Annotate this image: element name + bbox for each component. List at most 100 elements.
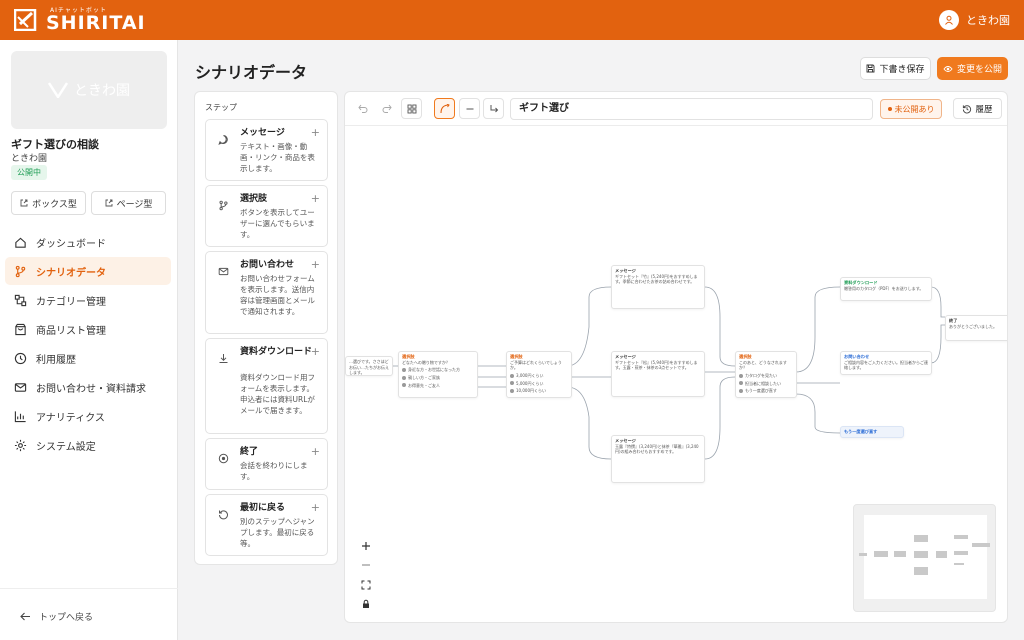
node-option[interactable]: お得意先・ご友人 — [402, 383, 474, 389]
history-label: 履歴 — [975, 104, 993, 115]
sidebar-item-label: 商品リスト管理 — [36, 325, 106, 337]
step-description: 資料ダウンロード用フォームを表示します。申込者には資料URLがメールで届きます。 — [240, 373, 315, 415]
box-type-button[interactable]: ボックス型 — [11, 191, 86, 215]
user-avatar-icon — [939, 10, 959, 30]
undo-button[interactable] — [352, 98, 373, 119]
add-icon[interactable]: + — [311, 258, 320, 271]
sidebar-item-category[interactable]: カテゴリー管理 — [5, 286, 171, 314]
download-node[interactable]: 資料ダウンロード 贈答用のカタログ（PDF）をお送りします。 — [840, 277, 932, 301]
step-description: テキスト・画像・動画・リンク・商品を表示します。 — [240, 142, 315, 173]
step-edge-button[interactable] — [483, 98, 504, 119]
node-option[interactable]: 親しい方・ご家族 — [402, 375, 474, 381]
grid-icon — [407, 104, 416, 113]
sidebar-item-label: シナリオデータ — [36, 267, 106, 279]
publish-button[interactable]: 変更を公開 — [937, 57, 1008, 80]
sidebar-item-label: システム設定 — [36, 441, 96, 453]
curve-edge-button[interactable] — [434, 98, 455, 119]
option-dot-icon — [402, 383, 406, 388]
step-restart[interactable]: 最初に戻る 別のステップへジャンプします。最初に戻る等。 + — [205, 494, 328, 556]
choice-node-budget[interactable]: 選択肢 ご予算はどれくらいでしょうか。 3,000円くらい 5,000円くらい … — [506, 351, 572, 398]
sidebar-item-inquiries[interactable]: お問い合わせ・資料請求 — [5, 373, 171, 401]
back-label: トップへ戻る — [39, 613, 94, 623]
sidebar-item-settings[interactable]: システム設定 — [5, 431, 171, 459]
project-thumbnail: ときわ園 — [11, 51, 167, 129]
message-node-2[interactable]: メッセージ ギフトセット『松』(5,940円)をおすすめします。玉露・煎茶・抹茶… — [611, 351, 705, 397]
fit-view-icon[interactable] — [361, 580, 371, 590]
start-message-node[interactable]: …選びです。ささほどお伝い…たちがお伝えします。 — [345, 356, 393, 376]
back-to-top-link[interactable]: トップへ戻る — [20, 610, 93, 623]
add-icon[interactable]: + — [311, 126, 320, 139]
add-icon[interactable]: + — [311, 192, 320, 205]
gear-icon — [14, 439, 27, 451]
step-palette: ステップ メッセージ テキスト・画像・動画・リンク・商品を表示します。 + 選択… — [194, 91, 338, 565]
step-message[interactable]: メッセージ テキスト・画像・動画・リンク・商品を表示します。 + — [205, 119, 328, 181]
step-choice[interactable]: 選択肢 ボタンを表示してユーザーに選んでもらいます。 + — [205, 185, 328, 247]
straight-edge-button[interactable] — [459, 98, 480, 119]
node-text: 玉露『特撰』(3,240円)と抹茶『華雅』(3,240円)の組み合わせもおすすめ… — [615, 443, 699, 455]
category-icon — [14, 294, 27, 306]
node-text: ありがとうございました。 — [949, 323, 997, 329]
message-node-1[interactable]: メッセージ ギフトセット『竹』(5,240円)をおすすめします。季節に合わせたお… — [611, 265, 705, 309]
step-title: 資料ダウンロード — [240, 347, 313, 357]
node-option[interactable]: 3,000円くらい — [510, 373, 568, 379]
node-question: ご予算はどれくらいでしょうか。 — [510, 359, 562, 371]
step-end[interactable]: 終了 会話を終わりにします。 + — [205, 438, 328, 490]
option-dot-icon — [402, 368, 406, 373]
node-option[interactable]: もう一度選び直す — [739, 388, 793, 394]
chart-icon — [14, 410, 26, 422]
sidebar-item-history[interactable]: 利用履歴 — [5, 344, 171, 372]
user-name: ときわ園 — [966, 14, 1010, 27]
minimap[interactable] — [853, 504, 996, 612]
logo[interactable]: AIチャットボット SHIRITAI — [14, 7, 146, 33]
flow-editor[interactable]: ギフト選び 未公開あり 履歴 …選びです。ささほどお伝い…たちがお伝えします。 … — [344, 91, 1008, 623]
node-question: どなたへの贈り物ですか？ — [402, 359, 450, 365]
restart-node[interactable]: もう一度選び直す — [840, 426, 904, 438]
node-question: このあと、どうなされますか？ — [739, 359, 787, 371]
sidebar-item-products[interactable]: 商品リスト管理 — [5, 315, 171, 343]
node-option[interactable]: 担当者に相談したい — [739, 381, 793, 387]
step-title: 選択肢 — [240, 194, 268, 204]
contact-node[interactable]: お問い合わせ ご相談内容をご入力ください。担当者からご連絡します。 — [840, 351, 932, 375]
sidebar-item-analytics[interactable]: アナリティクス — [5, 402, 171, 430]
message-node-3[interactable]: メッセージ 玉露『特撰』(3,240円)と抹茶『華雅』(3,240円)の組み合わ… — [611, 435, 705, 483]
sidebar-item-scenario[interactable]: シナリオデータ — [5, 257, 171, 285]
end-node[interactable]: 終了 ありがとうございました。 — [945, 315, 1007, 341]
node-option[interactable]: 5,000円くらい — [510, 381, 568, 387]
option-label: 5,000円くらい — [516, 380, 544, 386]
sidebar-item-label: 利用履歴 — [36, 354, 76, 366]
download-icon — [215, 350, 232, 367]
layout-button[interactable] — [401, 98, 422, 119]
step-title: お問い合わせ — [240, 260, 295, 270]
node-text: …選びです。ささほどお伝い…たちがお伝えします。 — [349, 359, 389, 376]
save-draft-button[interactable]: 下書き保存 — [860, 57, 931, 80]
stop-icon — [215, 450, 232, 467]
user-menu[interactable]: ときわ園 — [939, 10, 1010, 30]
step-contact[interactable]: お問い合わせ お問い合わせフォームを表示します。送信内容は管理画面とメールで通知… — [205, 251, 328, 334]
step-download[interactable]: 資料ダウンロード 資料ダウンロード用フォームを表示します。申込者には資料URLが… — [205, 338, 328, 434]
choice-node-recipient[interactable]: 選択肢 どなたへの贈り物ですか？ 身近な方・お世話になった方 親しい方・ご家族 … — [398, 351, 478, 398]
redo-button[interactable] — [376, 98, 397, 119]
sidebar-item-label: アナリティクス — [36, 412, 105, 424]
step-description: ボタンを表示してユーザーに選んでもらいます。 — [240, 208, 315, 239]
node-option[interactable]: カタログを見たい — [739, 373, 793, 379]
line-icon — [466, 107, 473, 110]
zoom-out-icon[interactable] — [361, 560, 371, 570]
add-icon[interactable]: + — [311, 345, 320, 358]
lock-icon[interactable] — [361, 599, 371, 609]
bag-icon — [15, 323, 26, 335]
history-button[interactable]: 履歴 — [953, 98, 1002, 119]
node-text: ご相談内容をご入力ください。担当者からご連絡します。 — [844, 359, 928, 371]
zoom-in-icon[interactable] — [361, 541, 371, 551]
sidebar-item-dashboard[interactable]: ダッシュボード — [5, 228, 171, 256]
project-owner: ときわ園 — [11, 154, 48, 164]
step-description: お問い合わせフォームを表示します。送信内容は管理画面とメールで通知されます。 — [240, 274, 315, 316]
scenario-name-input[interactable]: ギフト選び — [510, 98, 873, 120]
page-type-button[interactable]: ページ型 — [91, 191, 166, 215]
arrow-left-icon — [20, 612, 30, 621]
choice-node-next[interactable]: 選択肢 このあと、どうなされますか？ カタログを見たい 担当者に相談したい もう… — [735, 351, 797, 398]
node-option[interactable]: 身近な方・お世話になった方 — [402, 367, 474, 373]
app-header: AIチャットボット SHIRITAI ときわ園 — [0, 0, 1024, 40]
add-icon[interactable]: + — [311, 501, 320, 514]
add-icon[interactable]: + — [311, 445, 320, 458]
node-option[interactable]: 10,000円くらい — [510, 388, 568, 394]
